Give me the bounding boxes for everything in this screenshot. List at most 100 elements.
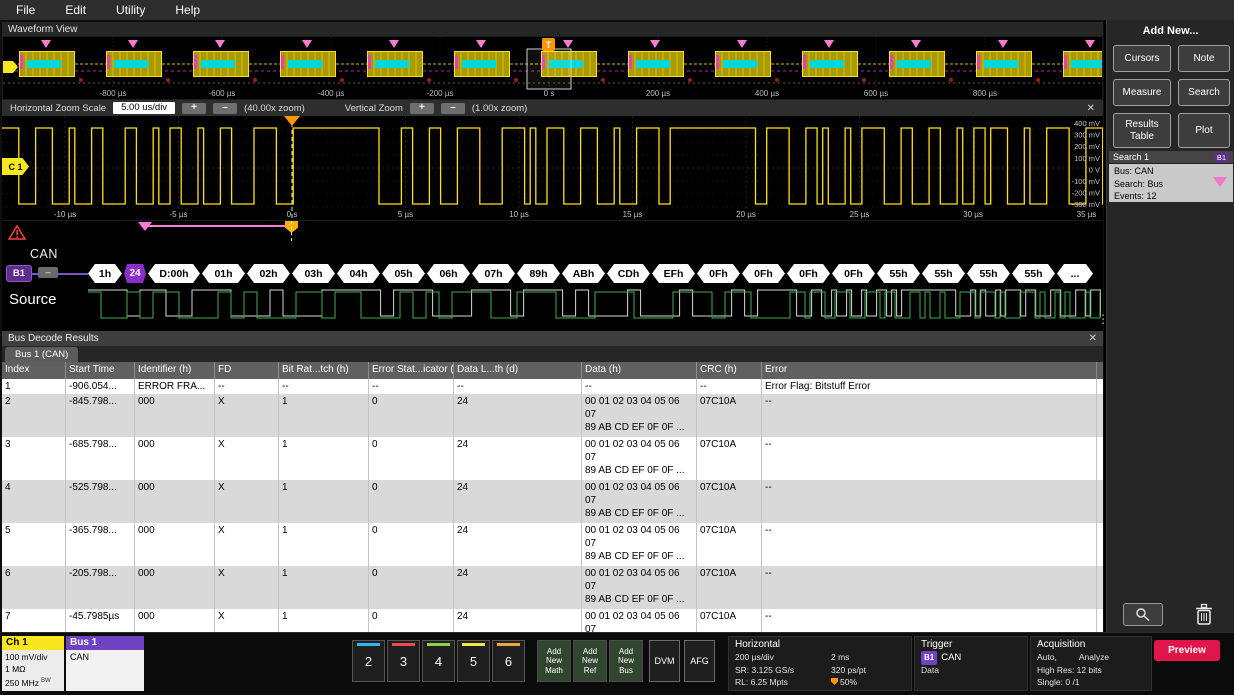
- v-zoom-minus-button[interactable]: –: [441, 103, 465, 114]
- afg-button[interactable]: AFG: [684, 640, 715, 682]
- table-cell: --: [762, 566, 1097, 609]
- svg-text:-200 µs: -200 µs: [427, 89, 454, 98]
- svg-text:35 µs: 35 µs: [1077, 210, 1097, 219]
- table-cell: --: [215, 379, 279, 394]
- acquisition-panel[interactable]: Acquisition Auto, Analyze High Res: 12 b…: [1030, 636, 1152, 691]
- bus-decoded-value: D:00h: [148, 264, 200, 283]
- add-new-bus-button[interactable]: Add New Bus: [609, 640, 643, 682]
- search1-panel[interactable]: Search 1 B1 Bus: CAN Search: Bus Events:…: [1109, 151, 1233, 202]
- channel1-info-badge[interactable]: Ch 1 100 mV/div 1 MΩ 250 MHzBW: [2, 636, 64, 691]
- bus-decoded-value: 1h: [88, 264, 122, 283]
- channel-color-stripe: [427, 643, 450, 646]
- bus-collapse-button[interactable]: –: [38, 267, 58, 278]
- menu-help[interactable]: Help: [175, 3, 200, 17]
- channel-number-label: 3: [400, 654, 407, 669]
- bus-decoded-value: 02h: [247, 264, 290, 283]
- search1-body: Bus: CAN Search: Bus Events: 12: [1109, 164, 1233, 202]
- bus-decoded-value: 05h: [382, 264, 425, 283]
- v-zoom-plus-button[interactable]: +: [410, 103, 434, 114]
- channel-4-button[interactable]: 4: [422, 640, 455, 682]
- column-header[interactable]: Error Stat...icator (h): [369, 362, 454, 379]
- h-zoom-plus-button[interactable]: +: [182, 103, 206, 114]
- acquisition-analyze: Analyze: [1079, 651, 1109, 664]
- zoomed-waveform[interactable]: -10 µs-5 µs0 s5 µs10 µs15 µs20 µs25 µs30…: [2, 116, 1103, 220]
- acquisition-title: Acquisition: [1037, 639, 1145, 650]
- channel-2-button[interactable]: 2: [352, 640, 385, 682]
- horizontal-panel[interactable]: Horizontal 200 µs/div 2 ms SR: 3.125 GS/…: [728, 636, 912, 691]
- column-header[interactable]: Identifier (h): [135, 362, 215, 379]
- trash-icon: [1194, 603, 1214, 626]
- add-new-search-button[interactable]: Search: [1178, 79, 1230, 106]
- delete-button[interactable]: [1189, 600, 1219, 628]
- column-header[interactable]: Data (h): [582, 362, 697, 379]
- column-header[interactable]: Bit Rat...tch (h): [279, 362, 369, 379]
- add-new-math-button[interactable]: Add New Math: [537, 640, 571, 682]
- trigger-title: Trigger: [921, 639, 1021, 650]
- table-row[interactable]: 5-365.798...000X102400 01 02 03 04 05 06…: [2, 523, 1103, 566]
- menu-utility[interactable]: Utility: [116, 3, 145, 17]
- menu-file[interactable]: File: [16, 3, 35, 17]
- column-header[interactable]: Start Time: [66, 362, 135, 379]
- column-header[interactable]: Error: [762, 362, 1097, 379]
- table-row[interactable]: 3-685.798...000X102400 01 02 03 04 05 06…: [2, 437, 1103, 480]
- v-zoom-factor: (1.00x zoom): [472, 103, 527, 114]
- zoom-tool-button[interactable]: [1123, 603, 1163, 626]
- svg-text:-5 µs: -5 µs: [170, 210, 188, 219]
- h-zoom-value[interactable]: 5.00 us/div: [113, 102, 175, 114]
- column-header[interactable]: Index: [2, 362, 66, 379]
- acquisition-single: Single: 0 /1: [1037, 676, 1145, 689]
- zoom-close-icon[interactable]: ✕: [1087, 103, 1095, 114]
- bus-decoded-value: 07h: [472, 264, 515, 283]
- bus1-type: CAN: [66, 650, 144, 664]
- waveform-overview[interactable]: -800 µs-600 µs-400 µs-200 µs0 s200 µs400…: [2, 36, 1103, 100]
- table-cell: 0: [369, 394, 454, 437]
- table-row[interactable]: 1-906.054...ERROR FRA...------------Erro…: [2, 379, 1103, 394]
- table-cell: -45.7985µs: [66, 609, 135, 632]
- add-new-results-table-button[interactable]: Results Table: [1113, 113, 1171, 148]
- trigger-panel[interactable]: Trigger B1 CAN Data: [914, 636, 1028, 691]
- table-cell: -685.798...: [66, 437, 135, 480]
- results-table[interactable]: IndexStart TimeIdentifier (h)FDBit Rat..…: [2, 362, 1103, 632]
- column-header[interactable]: FD: [215, 362, 279, 379]
- channel-3-button[interactable]: 3: [387, 640, 420, 682]
- table-row[interactable]: 2-845.798...000X102400 01 02 03 04 05 06…: [2, 394, 1103, 437]
- bus-decoded-value: 55h: [877, 264, 920, 283]
- svg-text:0 s: 0 s: [544, 89, 555, 98]
- table-cell: 00 01 02 03 04 05 06 07 89 AB CD EF 0F 0…: [582, 523, 697, 566]
- preview-button[interactable]: Preview: [1154, 640, 1220, 661]
- table-row[interactable]: 6-205.798...000X102400 01 02 03 04 05 06…: [2, 566, 1103, 609]
- channel-5-button[interactable]: 5: [457, 640, 490, 682]
- add-new-cursors-button[interactable]: Cursors: [1113, 45, 1171, 72]
- table-cell: 24: [454, 609, 582, 632]
- bus-decoded-value: 55h: [922, 264, 965, 283]
- bus1-badge[interactable]: B1: [6, 265, 32, 282]
- add-new-plot-button[interactable]: Plot: [1178, 113, 1230, 148]
- bus1-info-badge[interactable]: Bus 1 CAN: [66, 636, 144, 691]
- table-cell: --: [582, 379, 697, 394]
- column-header[interactable]: CRC (h): [697, 362, 762, 379]
- results-close-icon[interactable]: ✕: [1089, 333, 1097, 344]
- search-mark-icon: [1213, 177, 1227, 187]
- h-recordlength: RL: 6.25 Mpts: [735, 676, 831, 689]
- column-header[interactable]: Data L...th (d): [454, 362, 582, 379]
- bus-decoded-value: 55h: [1012, 264, 1055, 283]
- channel-color-stripe: [462, 643, 485, 646]
- add-new-measure-button[interactable]: Measure: [1113, 79, 1171, 106]
- table-cell: --: [762, 480, 1097, 523]
- results-titlebar: Bus Decode Results ✕: [2, 331, 1103, 346]
- table-cell: 00 01 02 03 04 05 06 07 89 AB CD EF 0F 0…: [582, 480, 697, 523]
- add-new-ref-button[interactable]: Add New Ref: [573, 640, 607, 682]
- h-zoom-factor: (40.00x zoom): [244, 103, 305, 114]
- table-row[interactable]: 7-45.7985µs000X102400 01 02 03 04 05 06 …: [2, 609, 1103, 632]
- table-cell: 07C10A: [697, 437, 762, 480]
- bus-decoded-value: 0Fh: [832, 264, 875, 283]
- table-cell: 000: [135, 480, 215, 523]
- table-row[interactable]: 4-525.798...000X102400 01 02 03 04 05 06…: [2, 480, 1103, 523]
- dvm-button[interactable]: DVM: [649, 640, 680, 682]
- tab-bus1-can[interactable]: Bus 1 (CAN): [5, 347, 78, 362]
- add-new-note-button[interactable]: Note: [1178, 45, 1230, 72]
- channel-6-button[interactable]: 6: [492, 640, 525, 682]
- table-cell: 2: [2, 394, 66, 437]
- h-zoom-minus-button[interactable]: –: [213, 103, 237, 114]
- menu-edit[interactable]: Edit: [65, 3, 86, 17]
